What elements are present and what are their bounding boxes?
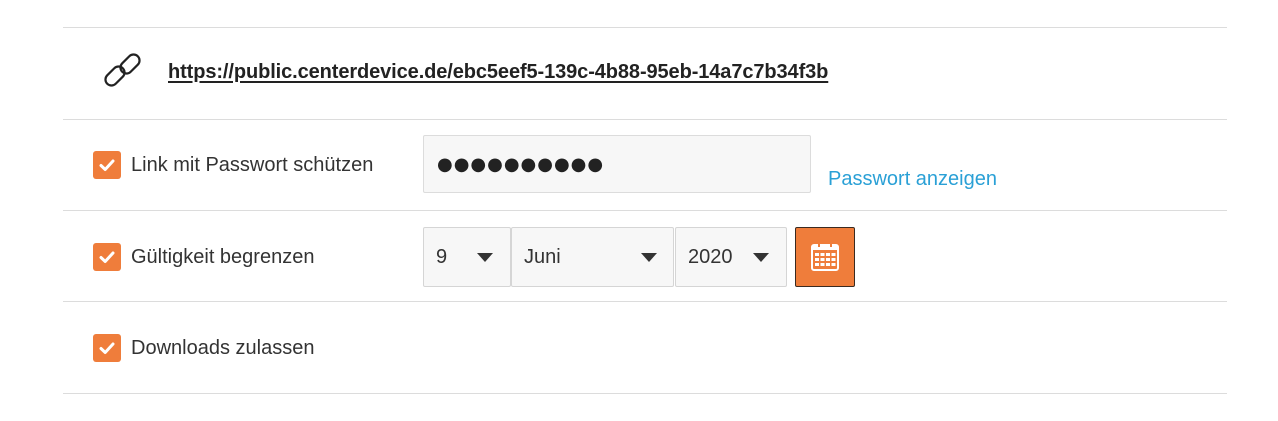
day-select[interactable]: 9 [423,227,511,287]
divider-top [63,27,1227,28]
expiry-option: Gültigkeit begrenzen [93,243,314,271]
calendar-icon [811,243,839,271]
divider-after-url [63,119,1227,120]
month-select[interactable]: Juni [511,227,674,287]
link-icon [101,52,145,96]
downloads-option: Downloads zulassen [93,334,314,362]
divider-after-password [63,210,1227,211]
month-select-value: Juni [524,246,561,268]
chevron-down-icon [641,253,657,262]
divider-bottom [63,393,1227,394]
password-option-label: Link mit Passwort schützen [131,153,374,176]
checkmark-icon [99,159,115,171]
divider-after-expiry [63,301,1227,302]
checkmark-icon [99,251,115,263]
chevron-down-icon [477,253,493,262]
checkmark-icon [99,342,115,354]
downloads-option-label: Downloads zulassen [131,336,315,359]
show-password-link[interactable]: Passwort anzeigen [828,168,997,191]
share-url-link[interactable]: https://public.centerdevice.de/ebc5eef5-… [168,61,828,84]
expiry-option-label: Gültigkeit begrenzen [131,245,315,268]
year-select[interactable]: 2020 [675,227,787,287]
password-field[interactable] [423,135,811,193]
day-select-value: 9 [436,246,448,268]
calendar-button[interactable] [795,227,855,287]
password-checkbox[interactable] [93,151,121,179]
expiry-checkbox[interactable] [93,243,121,271]
chevron-down-icon [753,253,769,262]
downloads-checkbox[interactable] [93,334,121,362]
year-select-value: 2020 [688,246,733,268]
password-option: Link mit Passwort schützen [93,151,373,179]
